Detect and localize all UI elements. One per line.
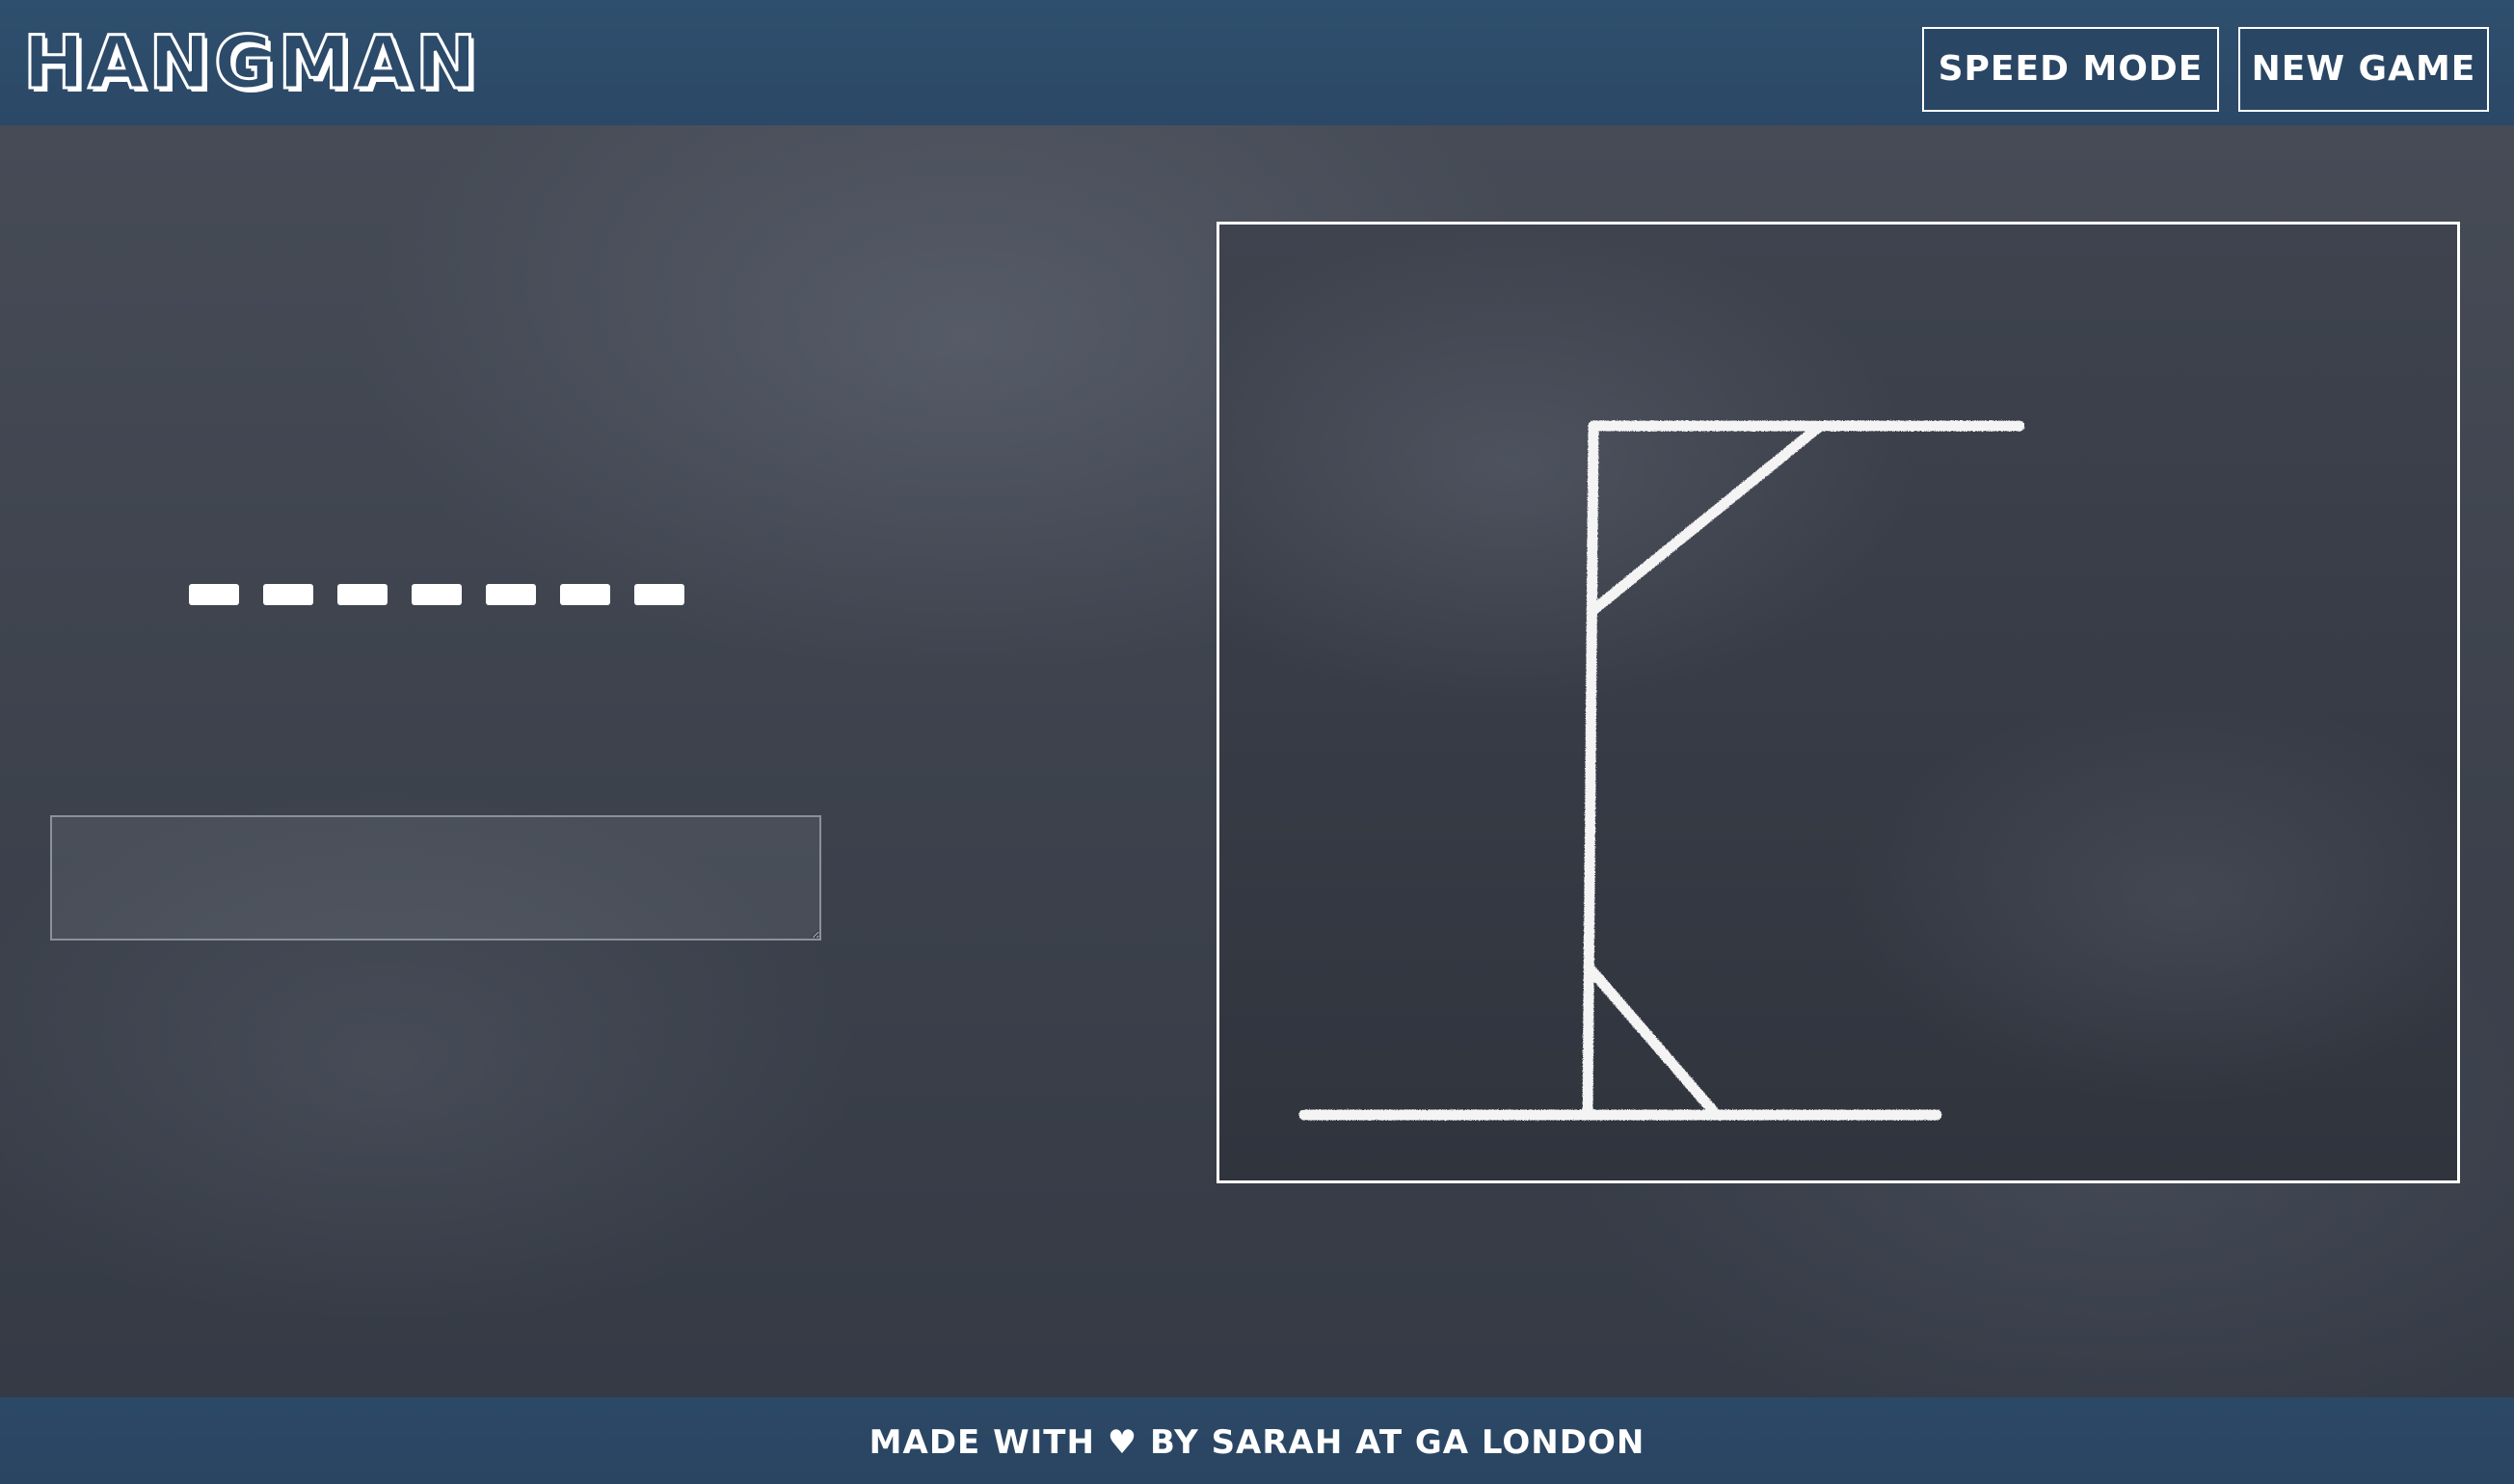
letter-blank — [189, 584, 239, 605]
header-bar: Hangman Speed Mode New Game — [0, 0, 2514, 125]
new-game-button[interactable]: New Game — [2238, 27, 2489, 112]
game-page: Hangman Speed Mode New Game Made with ♥ … — [0, 0, 2514, 1484]
gallows-drawing — [1298, 420, 2025, 1121]
letter-blank — [486, 584, 536, 605]
gallows-bottom-brace — [1586, 965, 1721, 1119]
letter-blank — [263, 584, 313, 605]
hangman-board — [1217, 222, 2460, 1183]
guess-input[interactable] — [50, 815, 821, 941]
game-title: Hangman — [21, 19, 481, 105]
word-blanks — [189, 584, 729, 605]
letter-blank — [560, 584, 610, 605]
footer-bar: Made with ♥ by Sarah at GA London — [0, 1397, 2514, 1484]
footer-credit: Made with ♥ by Sarah at GA London — [869, 1423, 1645, 1462]
letter-blank — [634, 584, 684, 605]
letter-blank — [337, 584, 388, 605]
letter-blank — [412, 584, 462, 605]
gallows-pole — [1582, 421, 1599, 1119]
speed-mode-button[interactable]: Speed Mode — [1922, 27, 2219, 112]
gallows-top-brace — [1588, 421, 1825, 616]
